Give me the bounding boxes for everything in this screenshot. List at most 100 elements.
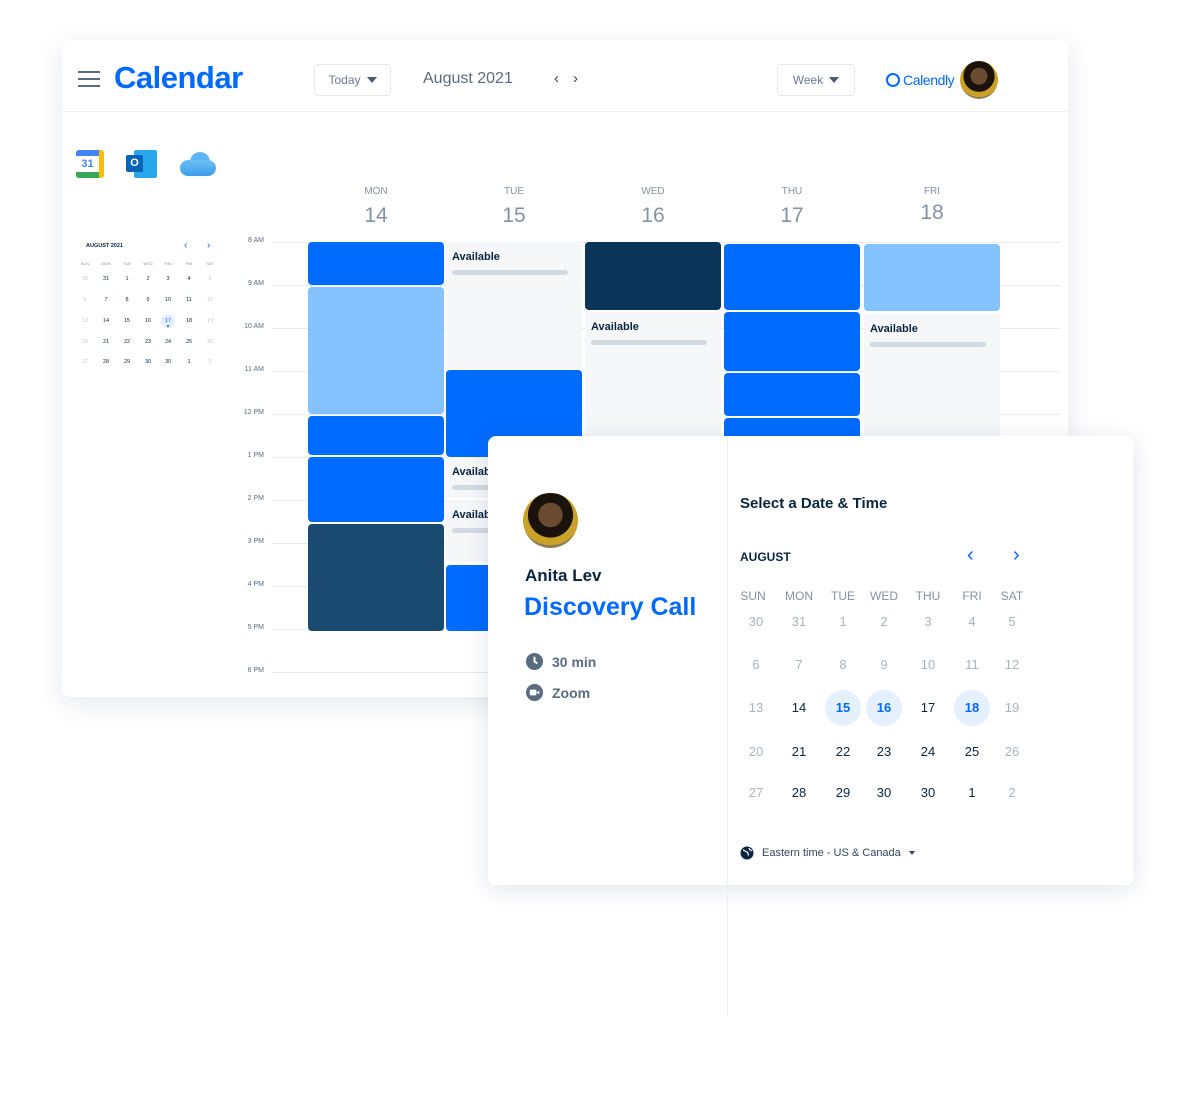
- mini-day[interactable]: 30: [161, 355, 175, 369]
- caret-down-icon: [829, 77, 840, 83]
- calendar-event[interactable]: [724, 244, 860, 310]
- mini-day[interactable]: 9: [141, 293, 155, 307]
- event-dot: [167, 325, 169, 327]
- calendar-date[interactable]: 22: [825, 734, 861, 770]
- available-date[interactable]: 15: [825, 690, 861, 726]
- calendar-date: 19: [1004, 700, 1020, 715]
- mini-day[interactable]: 19: [203, 314, 217, 328]
- mini-day[interactable]: 17: [161, 314, 175, 328]
- available-date[interactable]: 18: [954, 690, 990, 726]
- mini-day[interactable]: 7: [99, 293, 113, 307]
- calendar-date[interactable]: 25: [954, 734, 990, 770]
- brand-name: Calendly: [903, 72, 955, 88]
- mini-day[interactable]: 18: [182, 314, 196, 328]
- mini-day[interactable]: 6: [78, 293, 92, 307]
- calendar-event[interactable]: [308, 287, 444, 414]
- calendar-event[interactable]: [308, 523, 444, 632]
- mini-weekday: WED: [143, 261, 153, 266]
- mini-day[interactable]: 21: [99, 335, 113, 349]
- today-button[interactable]: Today: [314, 64, 391, 96]
- mini-day[interactable]: 30: [78, 272, 92, 286]
- calendar-event[interactable]: [724, 311, 860, 371]
- mini-day[interactable]: 24: [161, 335, 175, 349]
- today-label: Today: [328, 73, 361, 87]
- mini-day[interactable]: 13: [78, 314, 92, 328]
- weekday-header: SAT: [1000, 589, 1024, 603]
- day-label: THU: [781, 186, 803, 197]
- mini-day[interactable]: 10: [161, 293, 175, 307]
- mini-day[interactable]: 28: [99, 355, 113, 369]
- calendar-date: 5: [1008, 614, 1016, 629]
- calendar-date[interactable]: 30: [866, 775, 902, 811]
- mini-day[interactable]: 2: [203, 355, 217, 369]
- mini-next-button[interactable]: ›: [207, 240, 210, 251]
- menu-icon[interactable]: [78, 71, 100, 87]
- mini-day[interactable]: 2: [141, 272, 155, 286]
- calendar-date[interactable]: 21: [781, 734, 817, 770]
- calendar-event[interactable]: [308, 457, 444, 522]
- mini-day[interactable]: 8: [120, 293, 134, 307]
- mini-day[interactable]: 11: [182, 293, 196, 307]
- next-week-button[interactable]: ›: [573, 70, 578, 87]
- calendar-event[interactable]: [864, 244, 1000, 311]
- calendar-date[interactable]: 14: [781, 690, 817, 726]
- calendar-date[interactable]: 17: [910, 690, 946, 726]
- mini-day[interactable]: 27: [78, 355, 92, 369]
- mini-day[interactable]: 29: [120, 355, 134, 369]
- mini-day[interactable]: 30: [141, 355, 155, 369]
- calendar-date[interactable]: 23: [866, 734, 902, 770]
- mini-day[interactable]: 3: [161, 272, 175, 286]
- available-date[interactable]: 16: [866, 690, 902, 726]
- mini-prev-button[interactable]: ‹: [184, 240, 187, 251]
- mini-day[interactable]: 1: [120, 272, 134, 286]
- mini-day[interactable]: 1: [182, 355, 196, 369]
- calendar-date[interactable]: 30: [910, 775, 946, 811]
- available-slot[interactable]: Available: [446, 242, 582, 369]
- clock-icon: [525, 652, 544, 671]
- calendar-event[interactable]: [724, 373, 860, 417]
- user-avatar[interactable]: [960, 61, 998, 99]
- outlook-icon[interactable]: O: [126, 150, 157, 178]
- mini-day[interactable]: 26: [203, 335, 217, 349]
- prev-month-button[interactable]: ‹: [967, 544, 974, 567]
- mini-weekday: FRI: [185, 261, 193, 266]
- mini-day[interactable]: 14: [99, 314, 113, 328]
- mini-day[interactable]: 23: [141, 335, 155, 349]
- calendar-date: 20: [748, 744, 764, 759]
- time-label: 8 AM: [248, 237, 264, 244]
- calendar-event[interactable]: [308, 416, 444, 455]
- available-label: Available: [591, 320, 639, 333]
- time-label: 12 PM: [243, 409, 264, 416]
- day-number: 14: [364, 204, 388, 227]
- google-calendar-icon[interactable]: 31: [76, 150, 104, 178]
- mini-day[interactable]: 12: [203, 293, 217, 307]
- calendar-date[interactable]: 24: [910, 734, 946, 770]
- calendar-date[interactable]: 28: [781, 775, 817, 811]
- calendar-date: 8: [839, 657, 847, 672]
- calendar-date: 30: [748, 614, 764, 629]
- view-select[interactable]: Week: [777, 64, 855, 96]
- time-label: 5 PM: [247, 624, 264, 631]
- header-divider: [62, 111, 1068, 112]
- day-number: 17: [780, 204, 804, 227]
- mini-day[interactable]: 5: [203, 272, 217, 286]
- calendar-date[interactable]: 29: [825, 775, 861, 811]
- available-label: Available: [452, 251, 500, 263]
- mini-day[interactable]: 4: [182, 272, 196, 286]
- calendar-date: 10: [920, 657, 936, 672]
- day-label: MON: [364, 186, 388, 197]
- mini-day[interactable]: 15: [120, 314, 134, 328]
- mini-day[interactable]: 25: [182, 335, 196, 349]
- calendar-date[interactable]: 1: [954, 775, 990, 811]
- next-month-button[interactable]: ›: [1013, 544, 1020, 567]
- icloud-icon[interactable]: [178, 152, 218, 176]
- mini-day[interactable]: 31: [99, 272, 113, 286]
- timezone-select[interactable]: Eastern time - US & Canada: [740, 846, 915, 860]
- prev-week-button[interactable]: ‹: [554, 70, 559, 87]
- mini-day[interactable]: 20: [78, 335, 92, 349]
- calendar-date: 4: [968, 614, 976, 629]
- calendar-event[interactable]: [308, 242, 444, 285]
- mini-day[interactable]: 16: [141, 314, 155, 328]
- mini-day[interactable]: 22: [120, 335, 134, 349]
- calendar-event[interactable]: [585, 242, 721, 310]
